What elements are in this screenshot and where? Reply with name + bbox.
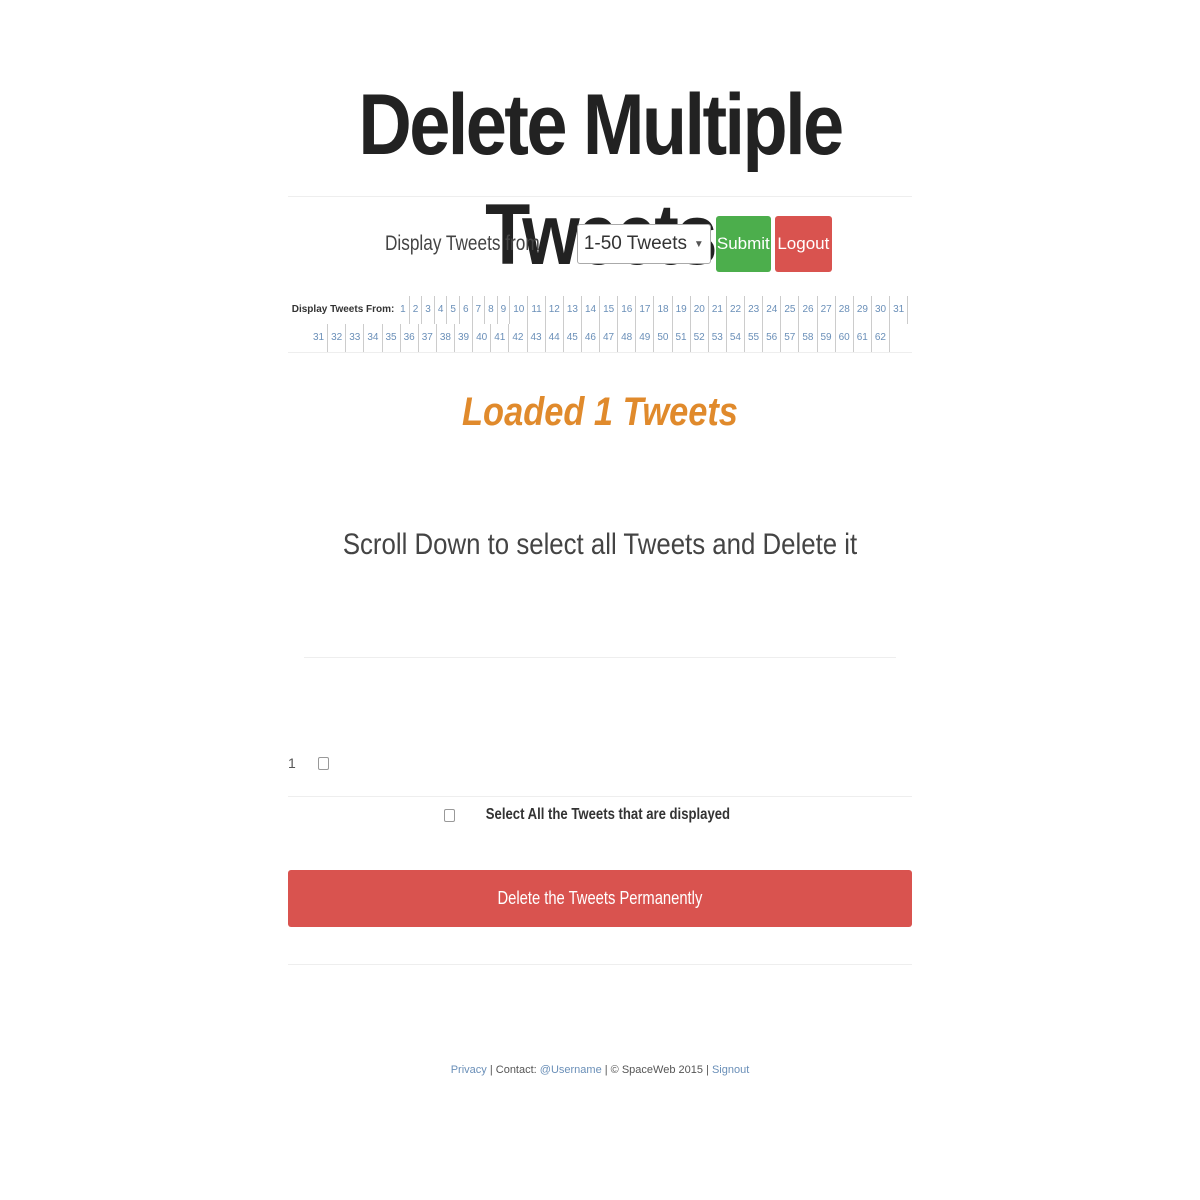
page-link[interactable]: 27: [818, 296, 836, 324]
page-link[interactable]: 24: [763, 296, 782, 324]
page-link[interactable]: 2: [410, 296, 423, 324]
page-link[interactable]: 21: [709, 296, 727, 324]
divider: [288, 964, 912, 965]
page-link[interactable]: 3: [422, 296, 435, 324]
tweet-number: 1: [288, 755, 296, 771]
page-link[interactable]: 34: [364, 324, 383, 352]
loaded-status: Loaded 1 Tweets: [462, 390, 738, 434]
footer: Privacy | Contact: @Username | © SpaceWe…: [288, 1064, 912, 1076]
page-link[interactable]: 11: [528, 296, 546, 324]
footer-copyright: | © SpaceWeb 2015 |: [601, 1064, 712, 1076]
delete-tweets-button[interactable]: Delete the Tweets Permanently: [288, 870, 912, 927]
page-link[interactable]: 28: [836, 296, 854, 324]
divider: [304, 657, 896, 658]
scroll-instruction: Scroll Down to select all Tweets and Del…: [342, 528, 858, 561]
page-link[interactable]: 29: [854, 296, 872, 324]
page-link[interactable]: 8: [485, 296, 498, 324]
page-links-row-2: 31 32 33 34 35 36 37 38 39 40 41 42 43 44 45 46 47 48 49 50…: [288, 324, 912, 352]
page-link[interactable]: 13: [564, 296, 582, 324]
delete-tweets-label: Delete the Tweets Permanently: [497, 888, 703, 908]
page-link[interactable]: 23: [745, 296, 764, 324]
page-link[interactable]: 45: [564, 324, 582, 352]
range-select-value: 1-50 Tweets: [583, 233, 687, 254]
page-link[interactable]: 25: [781, 296, 800, 324]
page-link[interactable]: 36: [401, 324, 419, 352]
page-link[interactable]: 35: [383, 324, 401, 352]
page-link[interactable]: 49: [636, 324, 655, 352]
page-link[interactable]: 56: [763, 324, 782, 352]
page-link[interactable]: 26: [799, 296, 818, 324]
page-link[interactable]: 59: [818, 324, 836, 352]
page-links-title: Display Tweets From:: [291, 304, 395, 315]
page-link[interactable]: 5: [447, 296, 460, 324]
page-link[interactable]: 55: [745, 324, 764, 352]
page-link[interactable]: 22: [727, 296, 746, 324]
page-link[interactable]: 33: [346, 324, 365, 352]
divider: [288, 352, 912, 353]
page-link[interactable]: 46: [582, 324, 600, 352]
tweet-row: 1: [288, 748, 912, 778]
page-link[interactable]: 51: [673, 324, 691, 352]
page-link[interactable]: 43: [528, 324, 546, 352]
page-link[interactable]: 9: [498, 296, 511, 324]
page-link[interactable]: 37: [419, 324, 437, 352]
page-link[interactable]: 38: [437, 324, 455, 352]
page-link[interactable]: 30: [872, 296, 891, 324]
page-link[interactable]: 20: [691, 296, 709, 324]
privacy-link[interactable]: Privacy: [451, 1064, 487, 1076]
range-label: Display Tweets from: [385, 232, 540, 255]
chevron-down-icon: ▼: [693, 238, 704, 250]
page-link[interactable]: 42: [509, 324, 528, 352]
page-link[interactable]: 31: [310, 324, 329, 352]
range-select[interactable]: 1-50 Tweets ▼: [576, 224, 711, 264]
page-link[interactable]: 40: [473, 324, 492, 352]
page-link[interactable]: 12: [546, 296, 564, 324]
select-all-checkbox[interactable]: [443, 808, 455, 822]
page-link[interactable]: 10: [510, 296, 529, 324]
logout-button[interactable]: Logout: [774, 216, 832, 272]
page-link[interactable]: 1: [397, 296, 410, 324]
page-link[interactable]: 47: [600, 324, 619, 352]
page-link[interactable]: 61: [854, 324, 872, 352]
contact-link[interactable]: @Username: [540, 1064, 602, 1076]
page-link[interactable]: 6: [460, 296, 473, 324]
tweet-checkbox[interactable]: [318, 756, 329, 770]
page-link[interactable]: 31: [890, 296, 909, 324]
page-link[interactable]: 7: [473, 296, 486, 324]
page-link[interactable]: 60: [836, 324, 854, 352]
page-link[interactable]: 58: [799, 324, 818, 352]
divider: [288, 796, 912, 797]
page-link[interactable]: 32: [328, 324, 347, 352]
page-link[interactable]: 18: [654, 296, 673, 324]
page-link[interactable]: 17: [636, 296, 655, 324]
page-link[interactable]: 39: [455, 324, 474, 352]
page-link[interactable]: 53: [709, 324, 727, 352]
page-link[interactable]: 4: [435, 296, 448, 324]
page-link[interactable]: 48: [618, 324, 637, 352]
page-link[interactable]: 50: [654, 324, 673, 352]
page-link[interactable]: 62: [872, 324, 890, 352]
page-link[interactable]: 44: [546, 324, 564, 352]
page-link[interactable]: 41: [491, 324, 510, 352]
range-controls: Display Tweets from 1-50 Tweets ▼ Submit…: [288, 214, 912, 274]
page-link[interactable]: 15: [600, 296, 619, 324]
page-link[interactable]: 57: [781, 324, 800, 352]
page-link[interactable]: 54: [727, 324, 745, 352]
select-all[interactable]: Select All the Tweets that are displayed: [288, 806, 912, 824]
page-links-row-1: Display Tweets From: 1 2 3 4 5 6 7 8 9 10 11 12 13 14…: [288, 296, 912, 324]
page-link[interactable]: 16: [618, 296, 637, 324]
signout-link[interactable]: Signout: [712, 1064, 749, 1076]
footer-separator: | Contact:: [486, 1064, 540, 1076]
divider: [288, 196, 912, 197]
page-links: Display Tweets From: 1 2 3 4 5 6 7 8 9 10 11 12 13 14…: [288, 296, 912, 352]
page-link[interactable]: 52: [691, 324, 709, 352]
page-link[interactable]: 19: [673, 296, 691, 324]
submit-button[interactable]: Submit: [715, 216, 771, 272]
select-all-label: Select All the Tweets that are displayed: [485, 806, 730, 823]
page-link[interactable]: 14: [582, 296, 601, 324]
